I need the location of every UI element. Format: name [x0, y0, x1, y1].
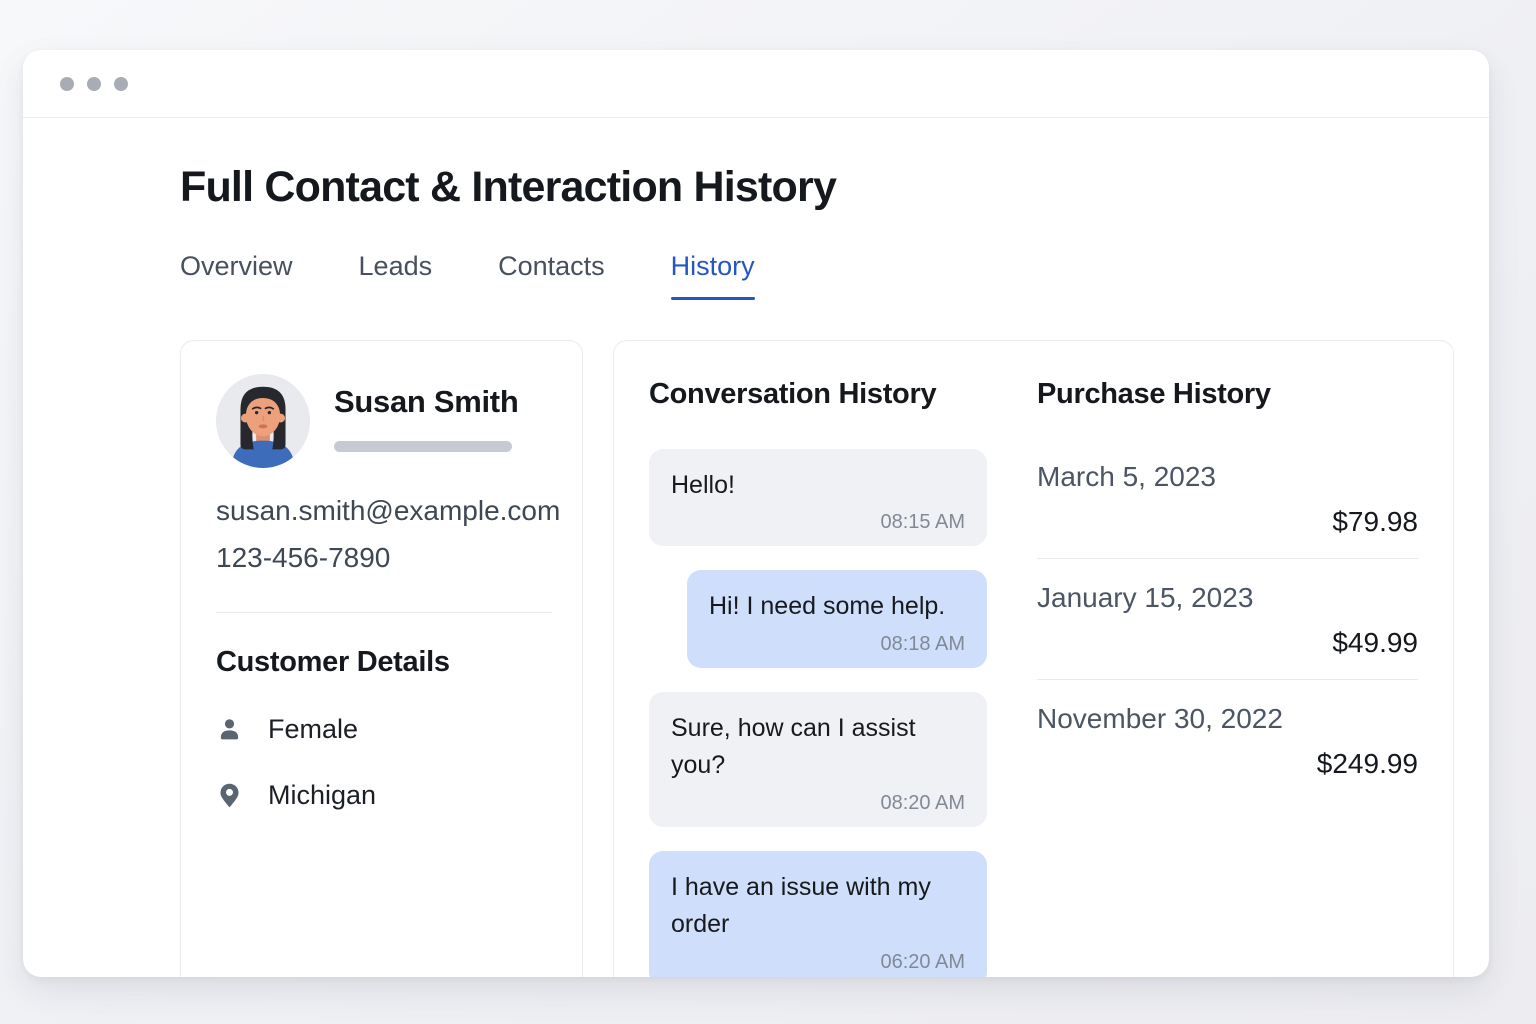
chat-bubble-customer: I have an issue with my order 06:20 AM	[649, 851, 987, 977]
page-content: Full Contact & Interaction History Overv…	[23, 118, 1489, 977]
purchase-history-section: Purchase History March 5, 2023 $79.98 Ja…	[1037, 374, 1418, 977]
message-timestamp: 08:15 AM	[671, 510, 965, 534]
window-control-dot[interactable]	[114, 77, 128, 91]
gender-value: Female	[268, 714, 358, 745]
chat-bubble-customer: Hi! I need some help. 08:18 AM	[687, 570, 987, 668]
conversation-history-section: Conversation History Hello! 08:15 AM Hi!…	[649, 374, 987, 977]
conversation-history-title: Conversation History	[649, 378, 987, 411]
purchase-history-title: Purchase History	[1037, 378, 1418, 411]
contact-phone: 123-456-7890	[216, 542, 552, 574]
person-icon	[216, 716, 243, 743]
history-card: Conversation History Hello! 08:15 AM Hi!…	[613, 340, 1454, 977]
contact-profile-card: Susan Smith susan.smith@example.com 123-…	[180, 340, 583, 977]
profile-header: Susan Smith	[216, 374, 552, 468]
message-text: Hi! I need some help.	[709, 588, 965, 626]
purchase-date: March 5, 2023	[1037, 461, 1418, 493]
purchase-item: March 5, 2023 $79.98	[1037, 461, 1418, 558]
message-timestamp: 06:20 AM	[671, 950, 965, 974]
window-titlebar	[23, 50, 1489, 118]
purchase-list: March 5, 2023 $79.98 January 15, 2023 $4…	[1037, 461, 1418, 800]
cards-row: Susan Smith susan.smith@example.com 123-…	[180, 340, 1454, 977]
purchase-date: January 15, 2023	[1037, 582, 1418, 614]
tab-leads[interactable]: Leads	[359, 250, 433, 299]
profile-name-block: Susan Smith	[334, 374, 518, 452]
contact-name: Susan Smith	[334, 384, 518, 420]
purchase-item: January 15, 2023 $49.99	[1037, 558, 1418, 679]
tab-bar: Overview Leads Contacts History	[180, 250, 1454, 299]
window-control-dot[interactable]	[87, 77, 101, 91]
purchase-amount: $79.98	[1037, 506, 1418, 538]
chat-bubble-agent: Hello! 08:15 AM	[649, 449, 987, 547]
purchase-amount: $249.99	[1037, 748, 1418, 780]
detail-row-gender: Female	[216, 714, 552, 745]
app-window: Full Contact & Interaction History Overv…	[23, 50, 1489, 977]
message-timestamp: 08:18 AM	[709, 632, 965, 656]
divider	[216, 612, 552, 613]
purchase-item: November 30, 2022 $249.99	[1037, 679, 1418, 800]
contact-email: susan.smith@example.com	[216, 495, 552, 527]
tab-contacts[interactable]: Contacts	[498, 250, 605, 299]
detail-row-location: Michigan	[216, 780, 552, 811]
purchase-amount: $49.99	[1037, 627, 1418, 659]
message-list: Hello! 08:15 AM Hi! I need some help. 08…	[649, 449, 987, 977]
message-timestamp: 08:20 AM	[671, 791, 965, 815]
window-control-dot[interactable]	[60, 77, 74, 91]
customer-details-title: Customer Details	[216, 646, 552, 679]
page-title: Full Contact & Interaction History	[180, 163, 1454, 212]
location-pin-icon	[216, 782, 243, 809]
message-text: Sure, how can I assist you?	[671, 710, 965, 785]
tab-history[interactable]: History	[671, 250, 755, 299]
chat-bubble-agent: Sure, how can I assist you? 08:20 AM	[649, 692, 987, 827]
message-text: Hello!	[671, 467, 965, 505]
location-value: Michigan	[268, 780, 376, 811]
avatar	[216, 374, 310, 468]
tab-overview[interactable]: Overview	[180, 250, 293, 299]
message-text: I have an issue with my order	[671, 869, 965, 944]
name-underline-bar	[334, 441, 512, 452]
purchase-date: November 30, 2022	[1037, 703, 1418, 735]
